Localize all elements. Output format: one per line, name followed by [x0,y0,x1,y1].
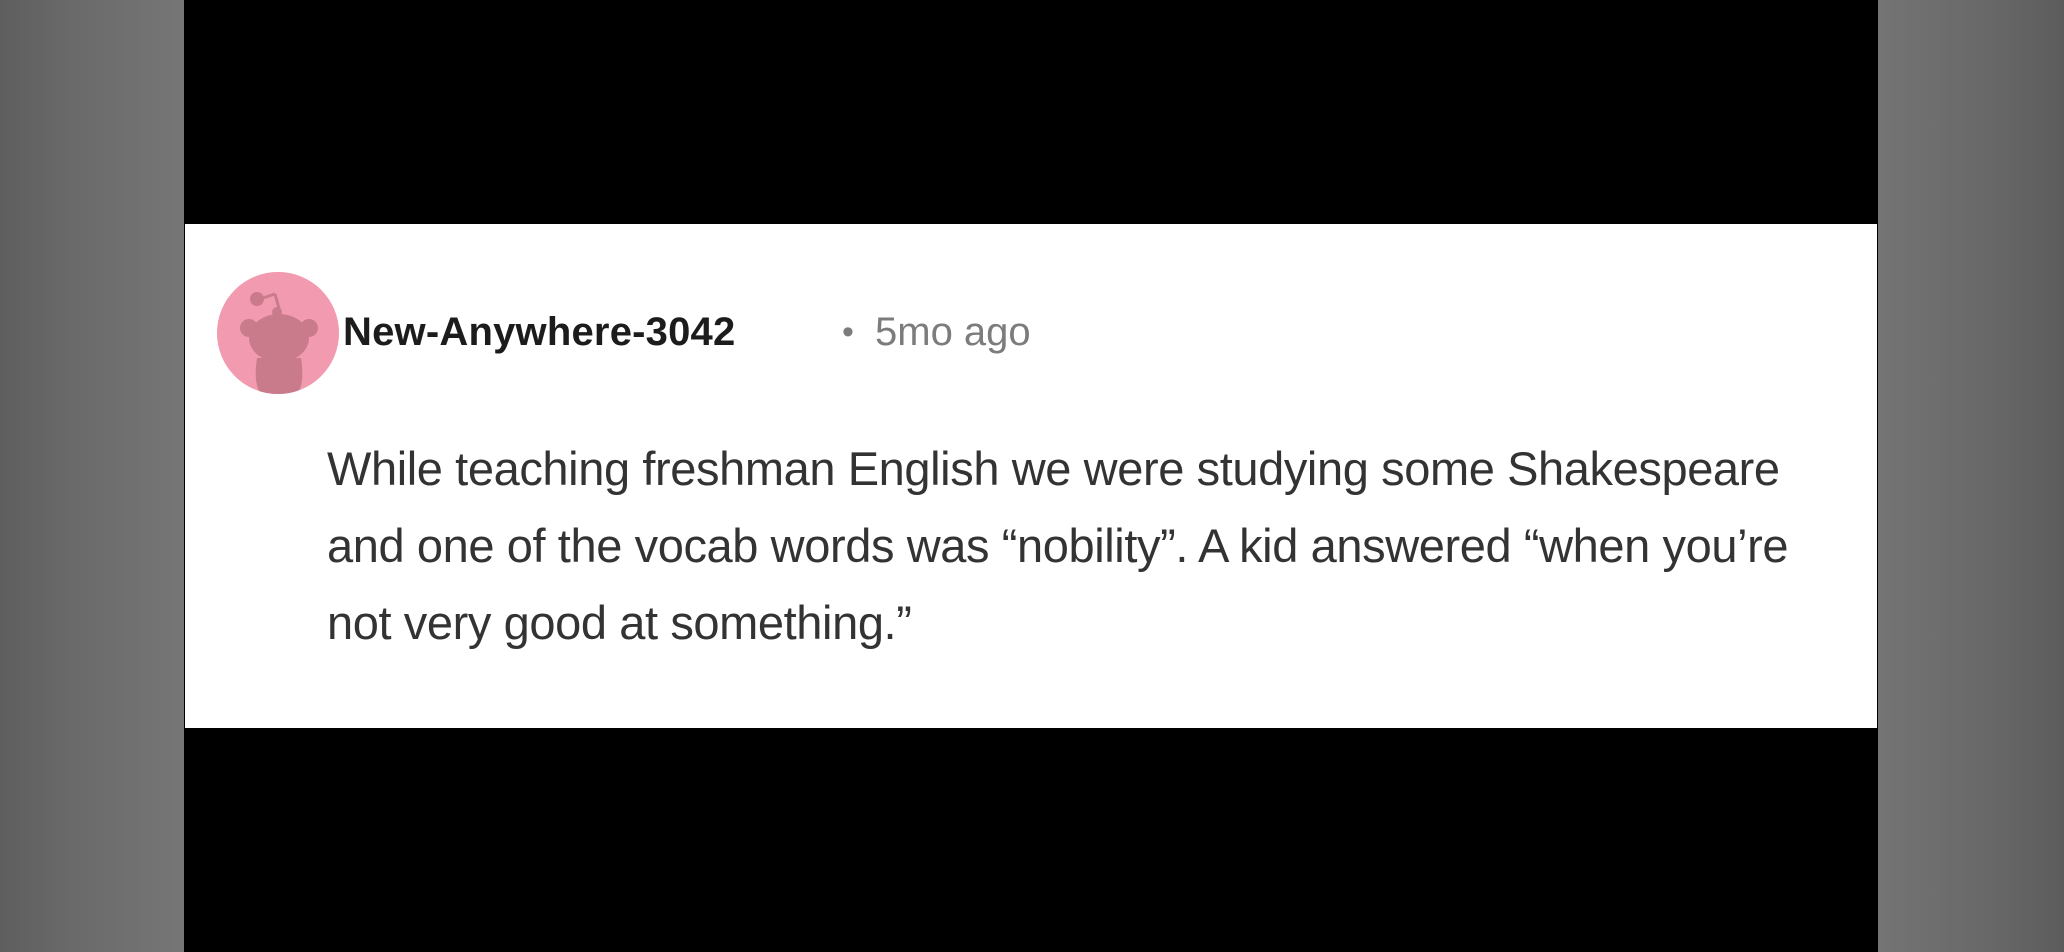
comment-timestamp[interactable]: 5mo ago [875,308,1031,356]
right-blurred-border [1878,0,2064,952]
video-screen: New-Anywhere-3042 • 5mo ago While teachi… [0,0,2064,952]
comment-author[interactable]: New-Anywhere-3042 [343,308,735,356]
comment-body: While teaching freshman English we were … [327,442,1789,649]
comment-card: New-Anywhere-3042 • 5mo ago While teachi… [185,224,1877,728]
reddit-snoo-avatar-icon[interactable] [217,272,339,394]
meta-separator: • [842,313,854,351]
left-blurred-border [0,0,184,952]
